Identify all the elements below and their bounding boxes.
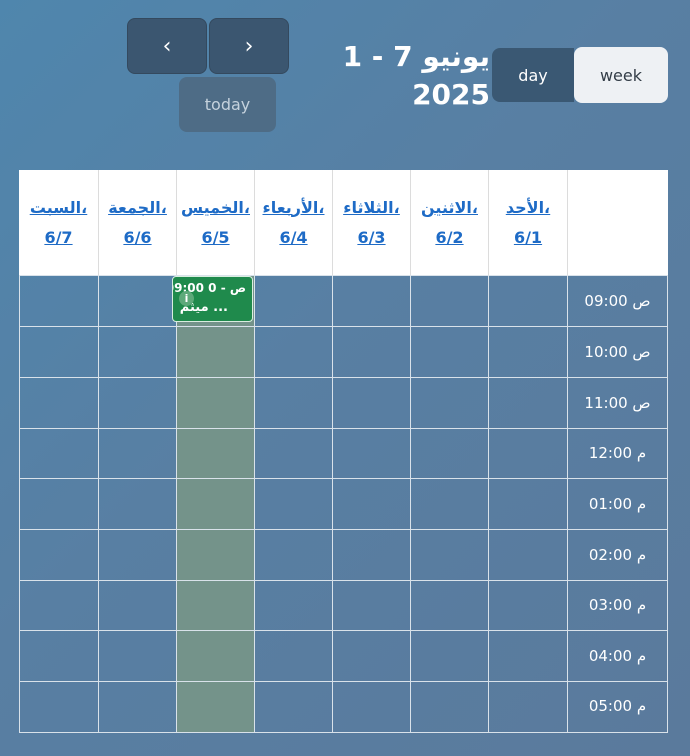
week-view-button[interactable]: week [574,47,668,103]
title-range: 1 - 7 يونيو [342,40,490,73]
time-label: 05:00 م [588,697,647,715]
chevron-left-icon: ‹ [162,33,172,59]
today-column-highlight [176,275,254,733]
day-header-date: 6/7 [44,227,73,247]
day-header-name: الأربعاء، [262,197,325,217]
week-grid: السبت، 6/7 الجمعة، 6/6 الخميس، 6/5 الأرب… [19,170,668,733]
event-title: ميثم ... [179,300,228,315]
page-title: 1 - 7 يونيو 2025 [330,38,490,114]
day-header-mon[interactable]: الاثنين، 6/2 [410,170,488,275]
day-header-name: الخميس، [181,197,250,217]
grid-line [410,275,411,733]
day-header-date: 6/4 [279,227,308,247]
today-button[interactable]: today [179,77,276,132]
grid-line [176,275,177,733]
time-label: 09:00 ص [584,292,651,310]
grid-line [254,275,255,733]
day-header-name: الاثنين، [421,197,478,217]
calendar-event[interactable]: 09:00 ص - 0 i ميثم ... [172,276,253,322]
header-corner [567,170,668,275]
day-header-sat[interactable]: السبت، 6/7 [19,170,98,275]
prev-button[interactable]: ‹ [127,18,207,74]
grid-line [488,275,489,733]
day-header-date: 6/2 [435,227,464,247]
day-header-name: الثلاثاء، [343,197,400,217]
day-header-date: 6/6 [123,227,152,247]
day-header-name: الأحد، [505,197,551,217]
day-header-name: الجمعة، [108,197,167,217]
grid-line [19,732,668,733]
day-header-thu[interactable]: الخميس، 6/5 [176,170,254,275]
time-label: 10:00 ص [584,343,651,361]
time-label: 04:00 م [588,647,647,665]
day-header-date: 6/1 [513,227,543,247]
grid-line [332,275,333,733]
time-label: 11:00 ص [584,394,651,412]
title-year: 2025 [412,78,490,111]
grid-line [19,275,20,733]
day-header-sun[interactable]: الأحد، 6/1 [488,170,567,275]
day-header-wed[interactable]: الأربعاء، 6/4 [254,170,332,275]
next-button[interactable]: › [209,18,289,74]
time-label: 01:00 م [588,495,647,513]
chevron-right-icon: › [244,33,254,59]
grid-line [98,275,99,733]
time-label: 03:00 م [588,596,647,614]
day-header-name: السبت، [29,197,88,217]
day-header-date: 6/3 [357,227,386,247]
time-label: 02:00 م [588,546,647,564]
day-header-date: 6/5 [201,227,230,247]
day-view-button[interactable]: day [492,48,574,102]
day-header-fri[interactable]: الجمعة، 6/6 [98,170,176,275]
time-label: 12:00 م [588,444,647,462]
day-header-tue[interactable]: الثلاثاء، 6/3 [332,170,410,275]
